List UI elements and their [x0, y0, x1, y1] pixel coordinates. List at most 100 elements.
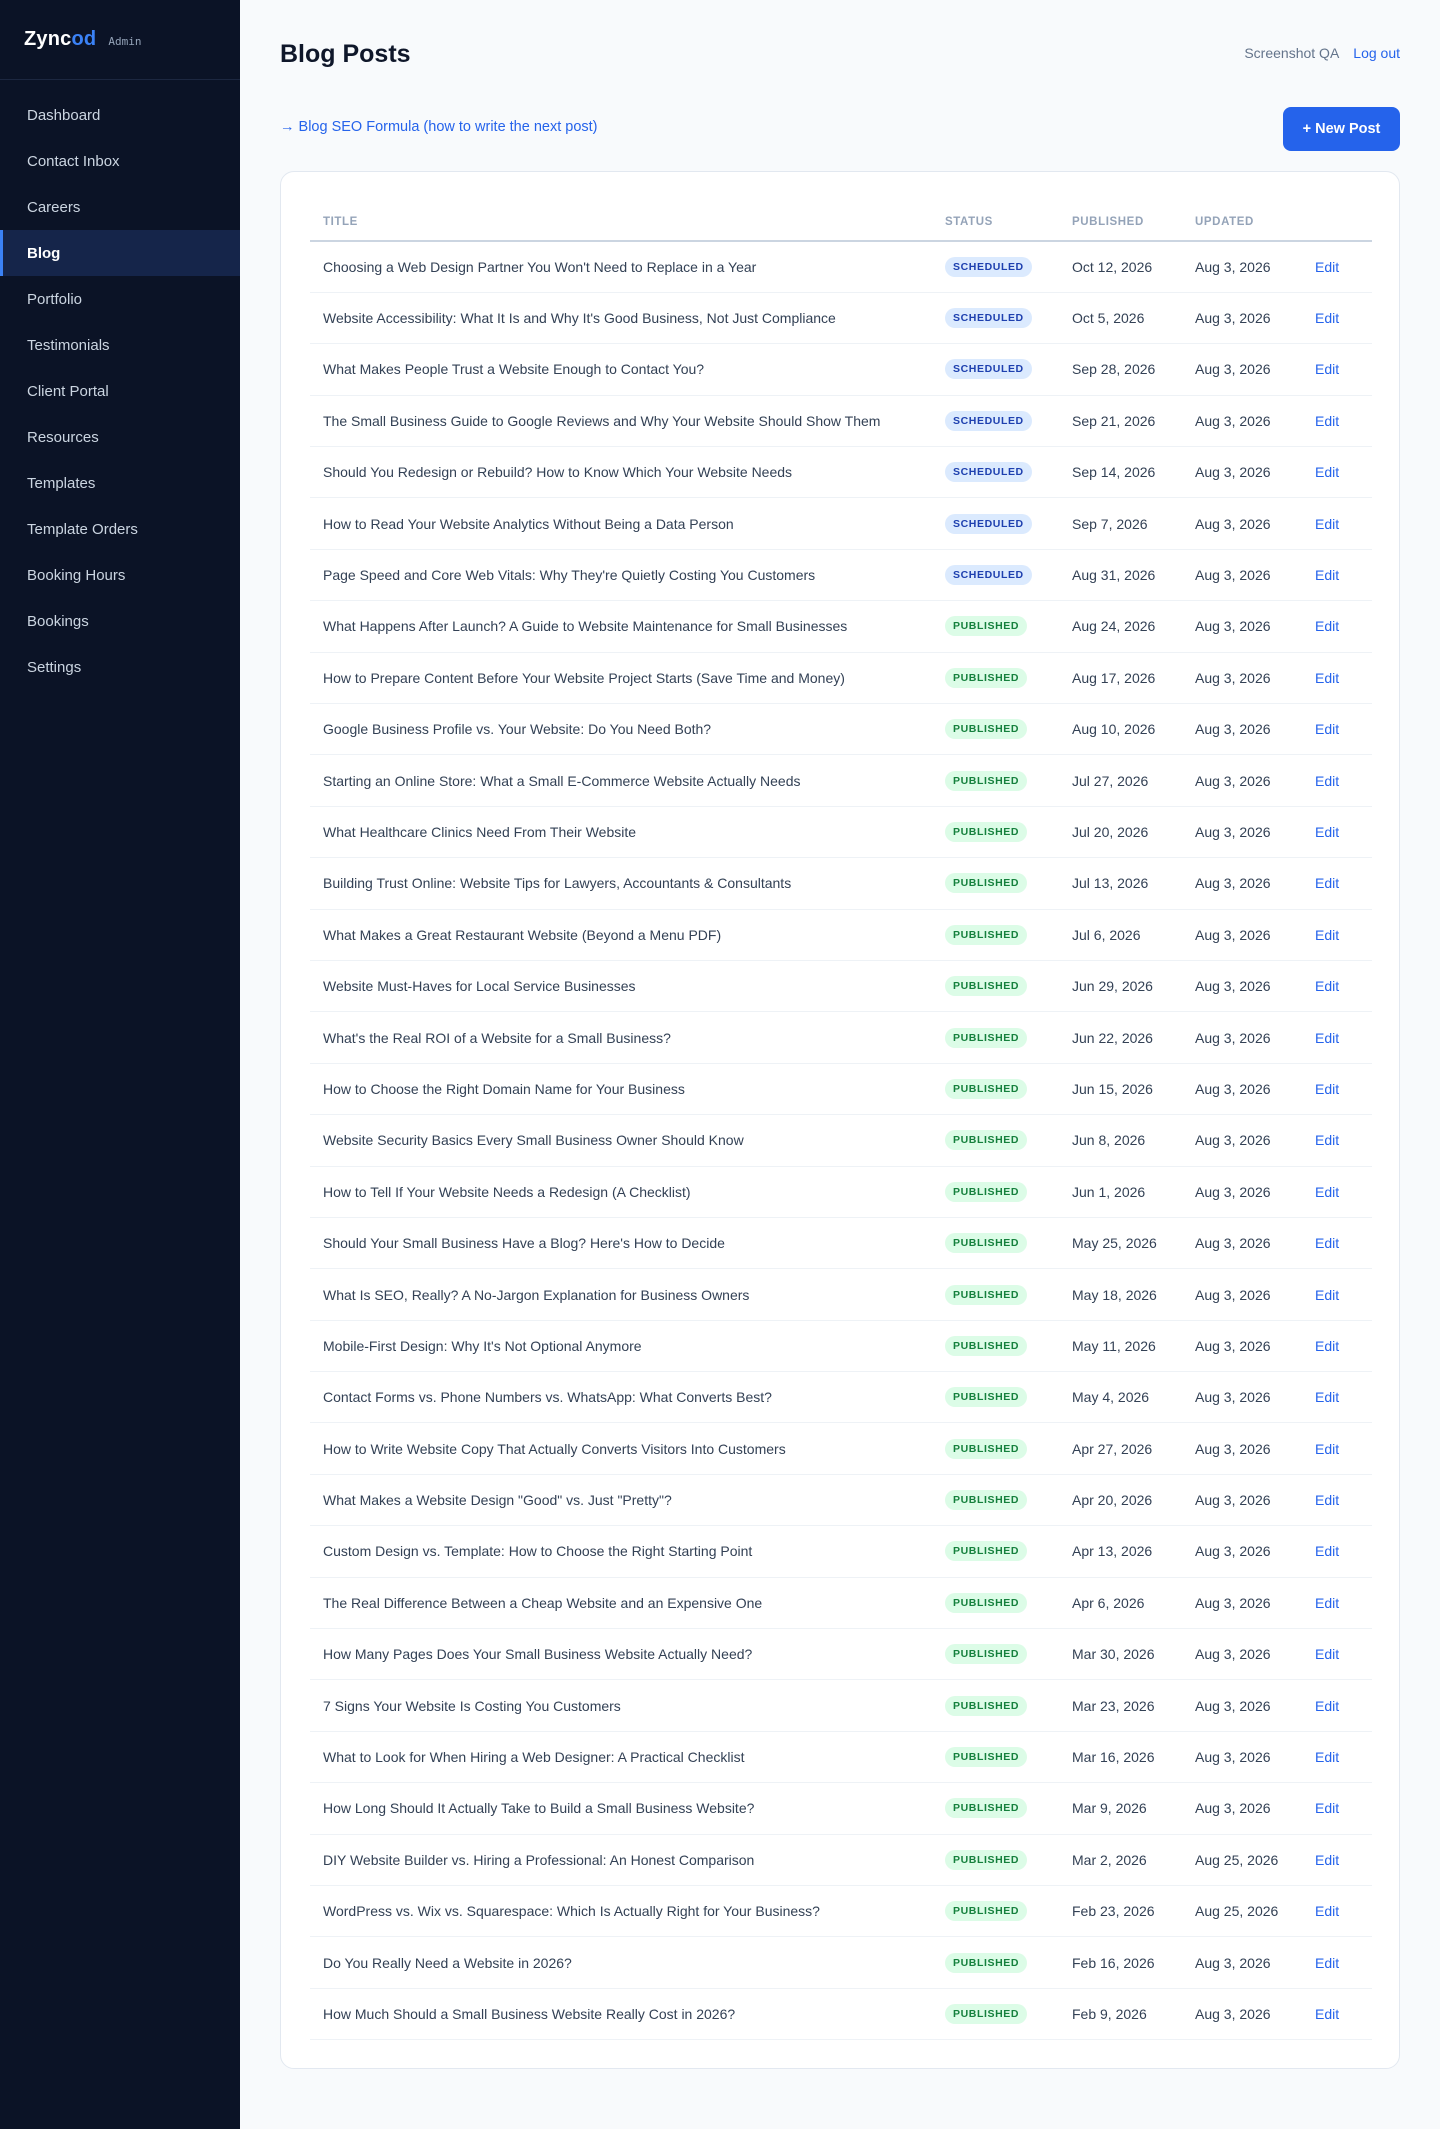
edit-link[interactable]: Edit: [1315, 1698, 1339, 1714]
updated-date: Aug 3, 2026: [1182, 1936, 1302, 1989]
published-date: Jun 22, 2026: [1059, 1011, 1182, 1064]
post-title: Custom Design vs. Template: How to Choos…: [310, 1525, 932, 1578]
edit-link[interactable]: Edit: [1315, 516, 1339, 532]
sidebar-item-portfolio[interactable]: Portfolio: [0, 276, 240, 322]
edit-link[interactable]: Edit: [1315, 464, 1339, 480]
actions-cell: Edit: [1302, 1320, 1372, 1373]
actions-cell: Edit: [1302, 600, 1372, 653]
post-title: What's the Real ROI of a Website for a S…: [310, 1011, 932, 1064]
sidebar-item-template-orders[interactable]: Template Orders: [0, 506, 240, 552]
sidebar-item-label: Settings: [27, 658, 82, 676]
published-date: Apr 27, 2026: [1059, 1422, 1182, 1475]
actions-cell: Edit: [1302, 292, 1372, 345]
edit-link[interactable]: Edit: [1315, 1492, 1339, 1508]
status-cell: PUBLISHED: [932, 1679, 1059, 1732]
edit-link[interactable]: Edit: [1315, 1338, 1339, 1354]
sidebar-item-client-portal[interactable]: Client Portal: [0, 368, 240, 414]
seo-formula-link[interactable]: → Blog SEO Formula (how to write the nex…: [280, 119, 598, 135]
edit-link[interactable]: Edit: [1315, 773, 1339, 789]
actions-cell: Edit: [1302, 1525, 1372, 1578]
edit-link[interactable]: Edit: [1315, 670, 1339, 686]
table-row: Mobile-First Design: Why It's Not Option…: [310, 1320, 1372, 1373]
sidebar-item-testimonials[interactable]: Testimonials: [0, 322, 240, 368]
edit-link[interactable]: Edit: [1315, 361, 1339, 377]
sidebar-item-dashboard[interactable]: Dashboard: [0, 92, 240, 138]
edit-link[interactable]: Edit: [1315, 927, 1339, 943]
logout-link[interactable]: Log out: [1353, 45, 1400, 61]
edit-link[interactable]: Edit: [1315, 1800, 1339, 1816]
updated-date: Aug 3, 2026: [1182, 343, 1302, 396]
sidebar-item-careers[interactable]: Careers: [0, 184, 240, 230]
edit-link[interactable]: Edit: [1315, 1646, 1339, 1662]
sidebar-item-contact-inbox[interactable]: Contact Inbox: [0, 138, 240, 184]
status-cell: PUBLISHED: [932, 1371, 1059, 1424]
status-badge: PUBLISHED: [945, 1541, 1028, 1562]
edit-link[interactable]: Edit: [1315, 978, 1339, 994]
sidebar-item-blog[interactable]: Blog: [0, 230, 240, 276]
actions-cell: Edit: [1302, 1063, 1372, 1116]
posts-card: TITLE STATUS PUBLISHED UPDATED Choosing …: [280, 171, 1400, 2069]
actions-cell: Edit: [1302, 857, 1372, 910]
updated-date: Aug 3, 2026: [1182, 1011, 1302, 1064]
edit-link[interactable]: Edit: [1315, 1749, 1339, 1765]
edit-link[interactable]: Edit: [1315, 875, 1339, 891]
status-cell: PUBLISHED: [932, 1988, 1059, 2041]
sidebar-item-label: Careers: [27, 198, 81, 216]
table-row: WordPress vs. Wix vs. Squarespace: Which…: [310, 1885, 1372, 1938]
sidebar-item-label: Booking Hours: [27, 566, 126, 584]
table-row: DIY Website Builder vs. Hiring a Profess…: [310, 1834, 1372, 1887]
status-cell: PUBLISHED: [932, 754, 1059, 807]
sidebar-item-booking-hours[interactable]: Booking Hours: [0, 552, 240, 598]
edit-link[interactable]: Edit: [1315, 1389, 1339, 1405]
edit-link[interactable]: Edit: [1315, 1543, 1339, 1559]
status-cell: PUBLISHED: [932, 1320, 1059, 1373]
edit-link[interactable]: Edit: [1315, 1081, 1339, 1097]
sidebar-item-resources[interactable]: Resources: [0, 414, 240, 460]
post-title: Should You Redesign or Rebuild? How to K…: [310, 446, 932, 499]
status-cell: PUBLISHED: [932, 909, 1059, 961]
published-date: Mar 9, 2026: [1059, 1782, 1182, 1835]
edit-link[interactable]: Edit: [1315, 721, 1339, 737]
updated-date: Aug 3, 2026: [1182, 497, 1302, 550]
edit-link[interactable]: Edit: [1315, 259, 1339, 275]
new-post-button[interactable]: + New Post: [1283, 107, 1400, 151]
post-title: What Makes People Trust a Website Enough…: [310, 343, 932, 396]
published-date: Aug 17, 2026: [1059, 652, 1182, 705]
edit-link[interactable]: Edit: [1315, 1441, 1339, 1457]
edit-link[interactable]: Edit: [1315, 1287, 1339, 1303]
table-row: How Long Should It Actually Take to Buil…: [310, 1782, 1372, 1835]
edit-link[interactable]: Edit: [1315, 618, 1339, 634]
edit-link[interactable]: Edit: [1315, 1903, 1339, 1919]
page-title: Blog Posts: [280, 40, 411, 68]
edit-link[interactable]: Edit: [1315, 824, 1339, 840]
updated-date: Aug 3, 2026: [1182, 1988, 1302, 2041]
sidebar-item-templates[interactable]: Templates: [0, 460, 240, 506]
edit-link[interactable]: Edit: [1315, 310, 1339, 326]
brand-logo[interactable]: Zyncod: [24, 28, 96, 51]
table-row: Website Accessibility: What It Is and Wh…: [310, 292, 1372, 345]
edit-link[interactable]: Edit: [1315, 1852, 1339, 1868]
edit-link[interactable]: Edit: [1315, 1955, 1339, 1971]
edit-link[interactable]: Edit: [1315, 1184, 1339, 1200]
published-date: Jun 15, 2026: [1059, 1063, 1182, 1116]
updated-date: Aug 3, 2026: [1182, 1217, 1302, 1270]
column-header-status: STATUS: [932, 204, 1059, 242]
edit-link[interactable]: Edit: [1315, 2006, 1339, 2022]
post-title: Contact Forms vs. Phone Numbers vs. What…: [310, 1371, 932, 1424]
edit-link[interactable]: Edit: [1315, 567, 1339, 583]
sidebar-item-bookings[interactable]: Bookings: [0, 598, 240, 644]
brand: Zyncod Admin: [0, 0, 240, 80]
updated-date: Aug 3, 2026: [1182, 754, 1302, 807]
table-row: Website Security Basics Every Small Busi…: [310, 1114, 1372, 1167]
sidebar-item-label: Bookings: [27, 612, 89, 630]
status-cell: SCHEDULED: [932, 241, 1059, 293]
edit-link[interactable]: Edit: [1315, 413, 1339, 429]
edit-link[interactable]: Edit: [1315, 1235, 1339, 1251]
edit-link[interactable]: Edit: [1315, 1030, 1339, 1046]
edit-link[interactable]: Edit: [1315, 1595, 1339, 1611]
sidebar-item-settings[interactable]: Settings: [0, 644, 240, 690]
status-cell: PUBLISHED: [932, 1268, 1059, 1321]
edit-link[interactable]: Edit: [1315, 1132, 1339, 1148]
post-title: WordPress vs. Wix vs. Squarespace: Which…: [310, 1885, 932, 1938]
status-cell: PUBLISHED: [932, 1731, 1059, 1784]
